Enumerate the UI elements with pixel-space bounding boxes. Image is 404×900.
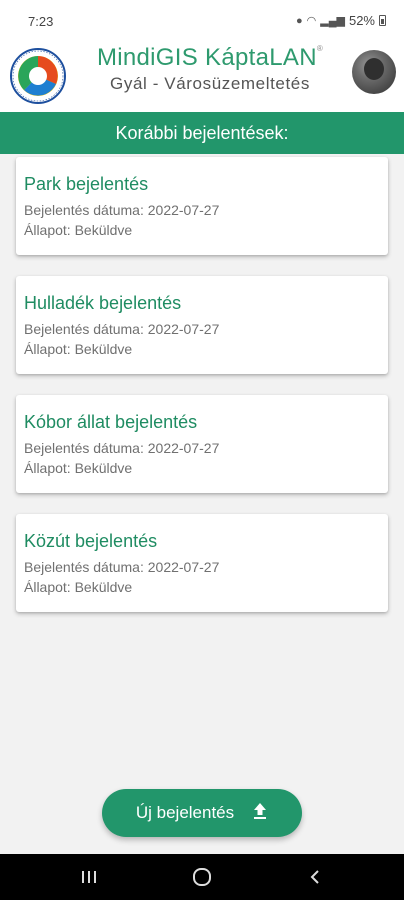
report-status: Állapot: Beküldve xyxy=(24,222,133,238)
home-icon[interactable] xyxy=(187,864,217,890)
battery-percent: 52% xyxy=(348,13,375,28)
wifi-icon: ◠ xyxy=(306,15,317,27)
new-report-label: Új bejelentés xyxy=(135,803,235,822)
report-card[interactable]: Közút bejelentés Bejelentés dátuma: 2022… xyxy=(16,514,388,612)
report-date: Bejelentés dátuma: 2022-07-27 xyxy=(24,559,220,575)
recent-apps-icon[interactable] xyxy=(74,864,104,890)
back-icon[interactable] xyxy=(300,864,330,890)
signal-icon: ▂▄▆ xyxy=(320,15,345,27)
upload-icon xyxy=(252,802,268,825)
report-title: Kóbor állat bejelentés xyxy=(24,412,198,432)
status-bar: 7:23 ● ◠ ▂▄▆ 52% xyxy=(0,0,404,40)
report-card[interactable]: Hulladék bejelentés Bejelentés dátuma: 2… xyxy=(16,276,388,374)
new-report-button[interactable]: Új bejelentés xyxy=(102,789,302,837)
status-icons: ● ◠ ▂▄▆ 52% xyxy=(296,13,386,28)
report-status: Állapot: Beküldve xyxy=(24,341,133,357)
avatar[interactable] xyxy=(352,50,396,94)
status-time: 7:23 xyxy=(28,14,54,29)
brand-part2: KáptaLAN xyxy=(205,44,317,71)
report-date: Bejelentés dátuma: 2022-07-27 xyxy=(24,202,220,218)
brand: MindiGIS KáptaLAN® Gyál - Városüzemeltet… xyxy=(70,44,350,94)
report-status: Állapot: Beküldve xyxy=(24,460,133,476)
brand-title: MindiGIS KáptaLAN® xyxy=(70,44,350,72)
system-nav-bar xyxy=(0,854,404,900)
shield-icon: ● xyxy=(295,14,303,27)
report-date: Bejelentés dátuma: 2022-07-27 xyxy=(24,321,220,337)
battery-icon xyxy=(379,15,386,26)
report-card[interactable]: Kóbor állat bejelentés Bejelentés dátuma… xyxy=(16,395,388,493)
report-title: Hulladék bejelentés xyxy=(24,293,182,313)
report-date: Bejelentés dátuma: 2022-07-27 xyxy=(24,440,220,456)
report-card[interactable]: Park bejelentés Bejelentés dátuma: 2022-… xyxy=(16,157,388,255)
registered-mark: ® xyxy=(316,44,324,53)
brand-part1: MindiGIS xyxy=(96,44,199,71)
report-title: Park bejelentés xyxy=(24,174,149,194)
brand-subtitle: Gyál - Városüzemeltetés xyxy=(110,74,310,93)
report-title: Közút bejelentés xyxy=(24,531,158,551)
report-status: Állapot: Beküldve xyxy=(24,579,133,595)
city-logo xyxy=(10,48,66,104)
section-title: Korábbi bejelentések: xyxy=(0,112,404,154)
app-header: MindiGIS KáptaLAN® Gyál - Városüzemeltet… xyxy=(0,40,404,112)
